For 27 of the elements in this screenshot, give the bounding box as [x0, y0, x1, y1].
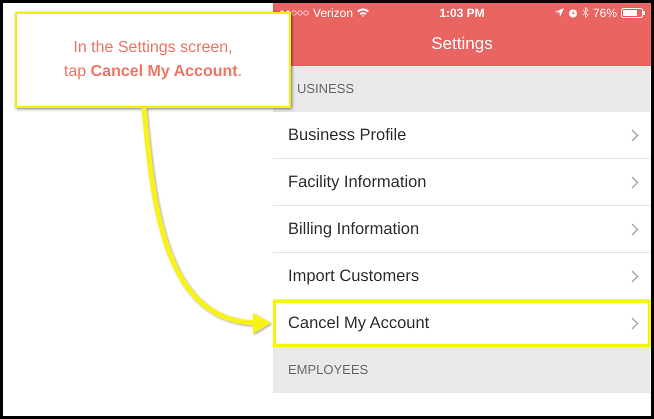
row-label: Billing Information [288, 218, 420, 240]
battery-icon [621, 8, 646, 18]
location-icon [554, 8, 564, 17]
settings-row[interactable]: Cancel My Account [273, 300, 651, 347]
callout-text: In the Settings screen, tap Cancel My Account. [64, 38, 242, 82]
chevron-icon [631, 176, 639, 188]
chevron-icon [631, 128, 639, 142]
bluetooth-icon [582, 7, 589, 18]
section-title: USINESS [297, 80, 354, 98]
chevron-icon [631, 222, 639, 236]
battery-percent: 76% [592, 4, 618, 22]
status-time: 1:03 PM [439, 4, 485, 22]
chevron-icon [631, 270, 639, 282]
row-label: Cancel My Account [288, 312, 430, 334]
row-label: Business Profile [288, 124, 406, 146]
nav-title: Settings [431, 33, 493, 56]
section-title: EMPLOYEES [288, 361, 368, 380]
settings-row[interactable]: Billing Information [273, 206, 651, 253]
row-label: Facility Information [288, 172, 426, 193]
alarm-icon [568, 8, 578, 18]
chevron-icon [631, 316, 639, 330]
settings-row[interactable]: Import Customers [273, 253, 651, 300]
wifi-icon [357, 8, 370, 17]
settings-row[interactable]: Facility Information [273, 159, 651, 206]
carrier-name: Verizon [313, 4, 354, 22]
settings-row[interactable]: Business Profile [273, 112, 651, 159]
row-label: Import Customers [288, 266, 420, 287]
